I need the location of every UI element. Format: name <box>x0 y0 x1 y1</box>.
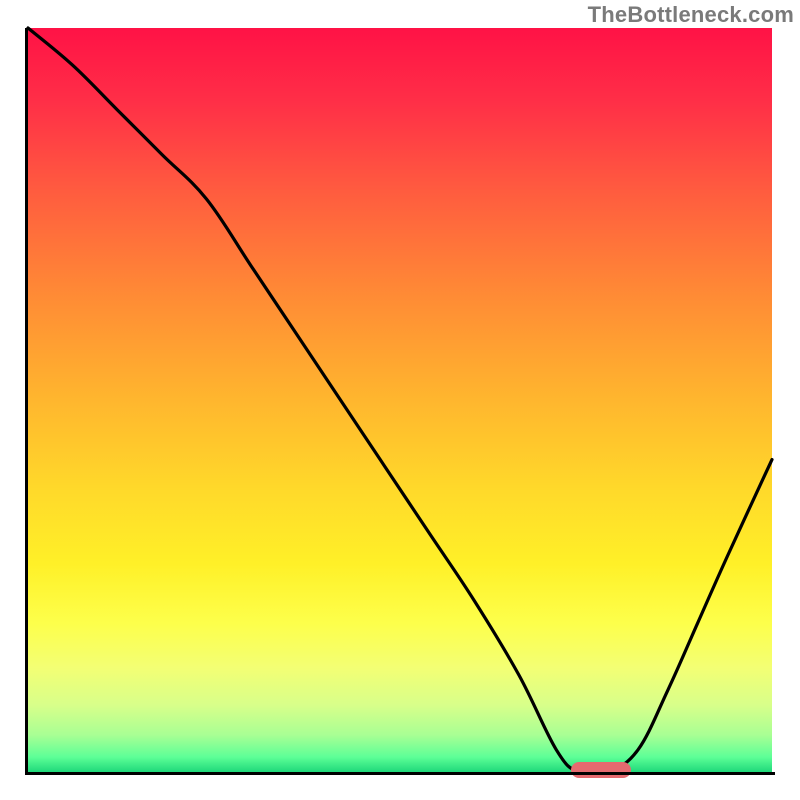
plot-area <box>28 28 772 772</box>
y-axis-spine <box>25 28 28 775</box>
chart-root: TheBottleneck.com <box>0 0 800 800</box>
optimal-range-marker <box>571 762 631 778</box>
bottleneck-curve <box>28 28 772 772</box>
watermark-text: TheBottleneck.com <box>588 2 794 28</box>
x-axis-spine <box>25 772 775 775</box>
